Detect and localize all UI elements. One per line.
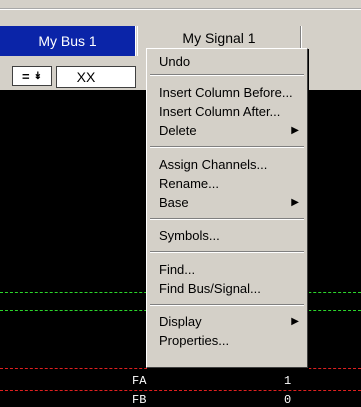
header-empty-area [301,26,361,56]
submenu-arrow-icon: ▶ [291,197,299,208]
value-input[interactable]: XX [56,66,136,88]
menu-item-properties[interactable]: Properties... [147,331,307,350]
menu-item-find[interactable]: Find... [147,260,307,279]
menu-item-find-bus-signal[interactable]: Find Bus/Signal... [147,279,307,298]
trace-line-red [0,368,361,369]
menu-item-display[interactable]: Display ▶ [147,312,307,331]
menu-item-label: Delete [159,123,197,138]
data-row-value: 0 [284,393,292,407]
menu-item-undo[interactable]: Undo [147,52,307,71]
menu-separator [150,74,304,76]
menu-item-insert-column-before[interactable]: Insert Column Before... [147,83,307,102]
menu-separator [150,146,304,148]
menu-item-rename[interactable]: Rename... [147,174,307,193]
submenu-arrow-icon: ▶ [291,125,299,136]
menu-item-delete[interactable]: Delete ▶ [147,121,307,140]
data-row-label: FB [132,393,147,407]
menu-separator [150,218,304,220]
operator-label: = [22,68,30,84]
submenu-arrow-icon: ▶ [291,316,299,327]
data-row-label: FA [132,374,147,388]
menu-item-assign-channels[interactable]: Assign Channels... [147,155,307,174]
title-strip [0,0,361,18]
double-chevron-down-icon: ↡ [33,70,42,82]
menu-separator [150,304,304,306]
trace-line-red [0,390,361,391]
menu-item-insert-column-after[interactable]: Insert Column After... [147,102,307,121]
data-row-value: 1 [284,374,292,388]
menu-item-base[interactable]: Base ▶ [147,193,307,212]
context-menu: Undo Insert Column Before... Insert Colu… [146,48,308,368]
menu-separator [150,251,304,253]
tab-my-bus-1[interactable]: My Bus 1 [0,26,136,56]
menu-item-label: Display [159,314,202,329]
value-text: XX [76,69,96,85]
menu-item-symbols[interactable]: Symbols... [147,226,307,245]
operator-dropdown[interactable]: = ↡ [12,66,52,86]
menu-item-label: Base [159,195,189,210]
